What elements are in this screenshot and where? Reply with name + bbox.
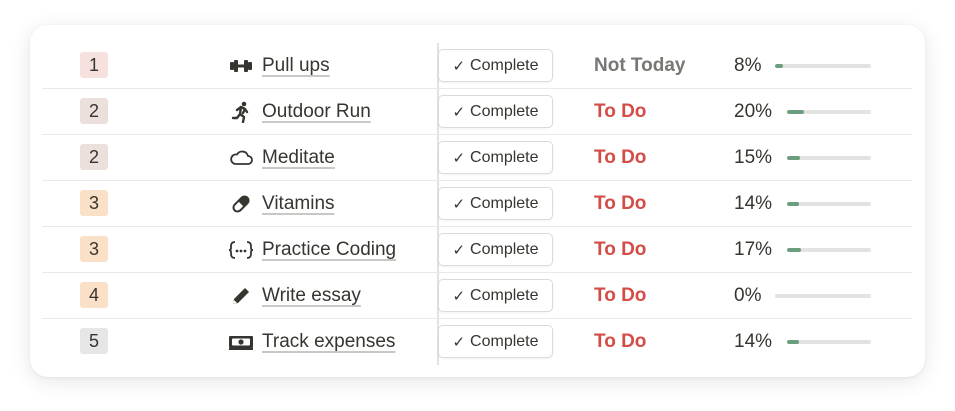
complete-button[interactable]: ✓ Complete [438,279,553,312]
progress-bar-fill [787,156,800,160]
check-icon: ✓ [452,333,466,351]
progress-bar-fill [775,64,783,68]
task-name-link[interactable]: Track expenses [262,331,395,353]
progress-bar [787,340,871,344]
complete-button[interactable]: ✓ Complete [438,233,553,266]
check-icon: ✓ [452,103,466,121]
progress-percent: 14% [734,193,773,214]
task-cell[interactable]: Practice Coding [228,227,396,273]
progress-bar [787,156,871,160]
task-cell[interactable]: Meditate [228,135,335,181]
status-text: To Do [594,147,647,168]
habit-table: 1 Pull ups ✓ Complete Not Today 8% 2 Out… [42,43,912,365]
progress-percent: 0% [734,285,762,306]
code-icon [228,239,254,261]
table-row: 2 Meditate ✓ Complete To Do 15% [42,135,912,181]
status-text: Not Today [594,55,686,76]
pill-icon [228,193,254,215]
status-text: To Do [594,285,647,306]
progress-percent: 8% [734,55,762,76]
priority-badge: 5 [80,328,108,354]
progress-bar-fill [787,202,799,206]
progress-bar [787,110,871,114]
complete-button[interactable]: ✓ Complete [438,187,553,220]
progress-bar [775,294,871,298]
complete-button-label: Complete [470,102,539,120]
priority-badge: 3 [80,190,108,216]
complete-button[interactable]: ✓ Complete [438,141,553,174]
complete-button-label: Complete [470,56,539,74]
progress-bar-fill [787,110,804,114]
progress-percent: 20% [734,101,773,122]
check-icon: ✓ [452,57,466,75]
task-cell[interactable]: Pull ups [228,43,330,89]
priority-badge: 1 [80,52,108,78]
complete-button-label: Complete [470,194,539,212]
progress-bar [787,248,871,252]
check-icon: ✓ [452,149,466,167]
status-text: To Do [594,193,647,214]
table-row: 4 Write essay ✓ Complete To Do 0% [42,273,912,319]
task-name-link[interactable]: Vitamins [262,193,335,215]
progress-bar-fill [787,248,802,252]
task-name-link[interactable]: Meditate [262,147,335,169]
task-cell[interactable]: Vitamins [228,181,335,227]
cloud-icon [228,147,254,169]
complete-button-label: Complete [470,286,539,304]
complete-button-label: Complete [470,332,539,350]
table-row: 2 Outdoor Run ✓ Complete To Do 20% [42,89,912,135]
complete-button-label: Complete [470,240,539,258]
progress-percent: 14% [734,331,773,352]
task-name-link[interactable]: Pull ups [262,55,330,77]
habit-tracker-card: 1 Pull ups ✓ Complete Not Today 8% 2 Out… [30,25,925,377]
table-row: 3 Vitamins ✓ Complete To Do 14% [42,181,912,227]
check-icon: ✓ [452,287,466,305]
pencil-icon [228,285,254,307]
task-name-link[interactable]: Write essay [262,285,361,307]
task-name-link[interactable]: Outdoor Run [262,101,371,123]
progress-percent: 17% [734,239,773,260]
task-cell[interactable]: Track expenses [228,319,395,365]
dumbbell-icon [228,55,254,77]
table-row: 5 Track expenses ✓ Complete To Do 14% [42,319,912,365]
complete-button[interactable]: ✓ Complete [438,325,553,358]
task-cell[interactable]: Outdoor Run [228,89,371,135]
complete-button[interactable]: ✓ Complete [438,95,553,128]
runner-icon [228,101,254,123]
task-name-link[interactable]: Practice Coding [262,239,396,261]
priority-badge: 4 [80,282,108,308]
progress-bar-fill [787,340,799,344]
table-row: 1 Pull ups ✓ Complete Not Today 8% [42,43,912,89]
priority-badge: 2 [80,144,108,170]
task-cell[interactable]: Write essay [228,273,361,319]
table-row: 3 Practice Coding ✓ Complete To Do 17% [42,227,912,273]
status-text: To Do [594,331,647,352]
status-text: To Do [594,101,647,122]
complete-button[interactable]: ✓ Complete [438,49,553,82]
progress-percent: 15% [734,147,773,168]
priority-badge: 2 [80,98,108,124]
complete-button-label: Complete [470,148,539,166]
priority-badge: 3 [80,236,108,262]
progress-bar [787,202,871,206]
progress-bar [775,64,871,68]
check-icon: ✓ [452,195,466,213]
status-text: To Do [594,239,647,260]
check-icon: ✓ [452,241,466,259]
money-icon [228,331,254,353]
